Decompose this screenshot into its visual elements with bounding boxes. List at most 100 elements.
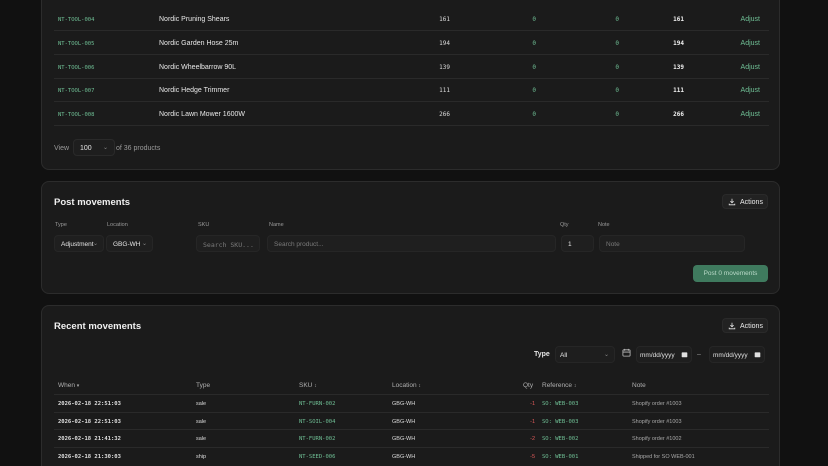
movement-when: 2026-02-18 22:51:03 <box>58 418 121 425</box>
on-hand-qty: 161 <box>439 16 450 23</box>
movement-reference[interactable]: SO: WEB-002 <box>542 436 578 442</box>
movement-note: Shopify order #1003 <box>632 401 682 407</box>
product-sku[interactable]: NT-TOOL-006 <box>58 65 94 71</box>
calendar-icon[interactable] <box>622 348 631 359</box>
incoming-qty: 0 <box>615 64 619 71</box>
movement-row: 2026-02-18 21:30:03 ship NT-SEED-006 GBG-WH… <box>54 446 769 465</box>
movement-note: Shopify order #1003 <box>632 418 682 425</box>
available-qty: 111 <box>673 87 684 94</box>
available-qty: 139 <box>673 64 684 71</box>
adjust-link[interactable]: Adjust <box>741 111 760 118</box>
post-actions-label: Actions <box>740 199 763 206</box>
movement-type-select[interactable]: Adjustment ⌄ <box>54 235 104 252</box>
chevron-down-icon: ⌄ <box>603 352 609 358</box>
product-sku[interactable]: NT-TOOL-005 <box>58 41 94 47</box>
recent-actions-button[interactable]: Actions <box>722 318 768 333</box>
movement-location: GBG-WH <box>392 418 416 425</box>
reserved-qty: 0 <box>532 64 536 71</box>
sku-search-input[interactable]: Search SKU... <box>196 235 260 252</box>
col-note: Note <box>632 382 646 389</box>
movement-qty: -1 <box>530 401 535 407</box>
col-qty: Qty <box>523 382 534 389</box>
movement-note: Shipped for SO WEB-001 <box>632 453 695 460</box>
post-actions-button[interactable]: Actions <box>722 194 768 209</box>
product-row: NT-TOOL-005 Nordic Garden Hose 25m 194 0 0 19… <box>54 32 769 55</box>
col-reference[interactable]: Reference ↕ <box>542 382 576 389</box>
movement-sku[interactable]: NT-FURN-002 <box>299 401 335 407</box>
product-name: Nordic Lawn Mower 1600W <box>159 111 245 118</box>
note-placeholder: Note <box>606 241 620 248</box>
available-qty: 194 <box>673 40 684 47</box>
movement-type-value: Adjustment <box>61 241 94 248</box>
movement-row: 2026-02-18 22:51:03 sale NT-FURN-002 GBG-WH… <box>54 394 769 412</box>
col-when[interactable]: When ▾ <box>58 382 79 389</box>
filter-type-value: All <box>560 352 568 359</box>
date-range-separator: – <box>697 351 701 358</box>
product-count: of 36 products <box>116 145 161 152</box>
type-label: Type <box>55 222 67 228</box>
chevron-down-icon: ⌄ <box>141 241 147 247</box>
name-label: Name <box>269 222 284 228</box>
movement-qty: -5 <box>530 453 535 460</box>
movement-type: ship <box>196 453 207 460</box>
view-label: View <box>54 145 70 152</box>
movement-reference[interactable]: SO: WEB-003 <box>542 419 578 425</box>
incoming-qty: 0 <box>615 111 619 118</box>
movement-when: 2026-02-18 21:41:32 <box>58 436 121 442</box>
reserved-qty: 0 <box>532 40 536 47</box>
product-search-input[interactable]: Search product... <box>267 235 556 252</box>
note-input[interactable]: Note <box>599 235 745 252</box>
sku-search-placeholder: Search SKU... <box>203 241 254 249</box>
movement-sku[interactable]: NT-FURN-002 <box>299 436 335 442</box>
page-size-value: 100 <box>80 145 92 152</box>
product-sku[interactable]: NT-TOOL-008 <box>58 112 94 118</box>
col-location[interactable]: Location ↕ <box>392 382 421 389</box>
products-card: NT-TOOL-004 Nordic Pruning Shears 161 0 0 161… <box>41 0 780 170</box>
col-type: Type <box>196 382 211 389</box>
product-sku[interactable]: NT-TOOL-004 <box>58 17 94 23</box>
movement-type: sale <box>196 436 207 442</box>
col-sku[interactable]: SKU ↕ <box>299 382 317 389</box>
sku-label: SKU <box>198 222 210 228</box>
available-qty: 266 <box>673 111 684 118</box>
movement-sku[interactable]: NT-SEED-006 <box>299 454 335 460</box>
adjust-link[interactable]: Adjust <box>741 16 760 23</box>
chevron-down-icon: ⌄ <box>92 241 98 247</box>
on-hand-qty: 266 <box>439 111 450 118</box>
movement-reference[interactable]: SO: WEB-003 <box>542 401 578 407</box>
movement-row: 2026-02-18 21:41:32 sale NT-FURN-002 GBG-WH… <box>54 429 769 447</box>
adjust-link[interactable]: Adjust <box>741 87 760 94</box>
adjust-link[interactable]: Adjust <box>741 40 760 47</box>
movement-location: GBG-WH <box>392 401 416 407</box>
post-movements-button-label: Post 0 movements <box>703 270 758 277</box>
download-icon <box>728 322 736 330</box>
post-movements-card: Post movements Actions Type Location SKU… <box>41 181 780 294</box>
date-from-input[interactable]: mm/dd/yyyy <box>636 346 692 363</box>
movement-when: 2026-02-18 22:51:03 <box>58 401 121 407</box>
filter-type-select[interactable]: All ⌄ <box>555 346 615 363</box>
product-row: NT-TOOL-008 Nordic Lawn Mower 1600W 266 0 0 2… <box>54 103 769 126</box>
post-movements-button[interactable]: Post 0 movements <box>693 265 768 282</box>
movement-qty: -2 <box>530 436 535 442</box>
product-search-placeholder: Search product... <box>274 241 324 248</box>
movement-sku[interactable]: NT-SOIL-004 <box>299 419 335 425</box>
recent-movements-card: Recent movements Actions Type All ⌄ mm/d… <box>41 305 780 466</box>
filter-type-label: Type <box>534 351 550 358</box>
calendar-icon <box>754 351 761 360</box>
available-qty: 161 <box>673 16 684 23</box>
quantity-input[interactable]: 1 <box>561 235 594 252</box>
movement-row: 2026-02-18 22:51:03 sale NT-SOIL-004 GBG-WH… <box>54 411 769 430</box>
note-label: Note <box>598 222 610 228</box>
chevron-down-icon: ⌄ <box>102 145 108 151</box>
page-size-select[interactable]: 100 ⌄ <box>73 139 115 156</box>
product-sku[interactable]: NT-TOOL-007 <box>58 88 94 94</box>
movement-location: GBG-WH <box>392 453 416 460</box>
date-to-input[interactable]: mm/dd/yyyy <box>709 346 765 363</box>
on-hand-qty: 194 <box>439 40 450 47</box>
location-select[interactable]: GBG-WH ⌄ <box>106 235 153 252</box>
movement-reference[interactable]: SO: WEB-001 <box>542 454 578 460</box>
product-name: Nordic Pruning Shears <box>159 16 230 23</box>
adjust-link[interactable]: Adjust <box>741 64 760 71</box>
incoming-qty: 0 <box>615 40 619 47</box>
date-to-placeholder: mm/dd/yyyy <box>713 352 748 359</box>
